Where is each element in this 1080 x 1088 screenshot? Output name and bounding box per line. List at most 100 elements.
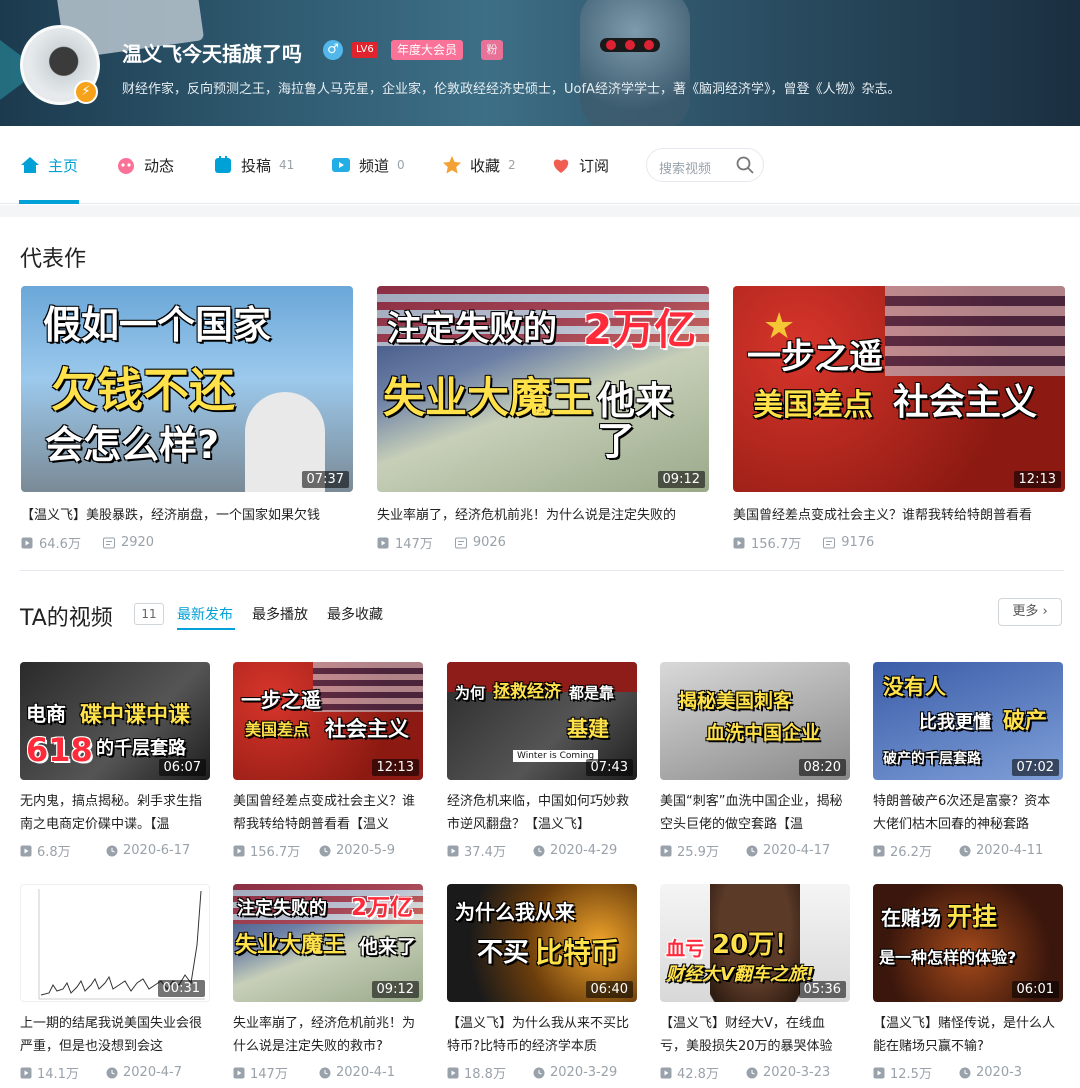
danmaku-icon — [454, 537, 467, 548]
video-thumbnail[interactable]: 电商 碟中谍中谍 618 的千层套路 06:07 — [20, 662, 210, 780]
video-thumbnail[interactable]: 一步之遥 美国差点 社会主义 12:13 — [233, 662, 423, 780]
thumbnail-caption: 揭秘美国刺客 — [678, 690, 793, 712]
thumbnail-caption: 他来了 — [359, 936, 417, 958]
search-icon[interactable] — [735, 155, 755, 175]
video-title[interactable]: 【温义飞】美股暴跌，经济崩盘，一个国家如果欠钱 — [21, 504, 353, 523]
video-thumbnail[interactable]: 注定失败的 2万亿 失业大魔王 他来了 09:12 — [377, 286, 709, 492]
video-title[interactable]: 经济危机来临，中国如何巧妙救市逆风翻盘？【温义飞】 — [447, 790, 637, 836]
view-count: 156.7万 — [751, 537, 802, 552]
video-card[interactable]: 为何 拯救经济 都是靠 基建 Winter is Coming 07:43 经济… — [447, 662, 637, 860]
active-tab-indicator — [177, 628, 235, 630]
video-thumbnail[interactable]: 为何 拯救经济 都是靠 基建 Winter is Coming 07:43 — [447, 662, 637, 780]
nav-home[interactable]: 主页 — [20, 154, 78, 176]
nav-uploads-count: 41 — [279, 158, 295, 172]
video-card[interactable]: 在赌场 开挂 是一种怎样的体验? 06:01 【温义飞】赌怪传说，是什么人能在赌… — [873, 884, 1063, 1082]
video-thumbnail[interactable]: 00:31 — [20, 884, 210, 1002]
video-thumbnail[interactable]: 揭秘美国刺客 血洗中国企业 08:20 — [660, 662, 850, 780]
video-duration: 07:43 — [585, 759, 633, 776]
video-thumbnail[interactable]: 在赌场 开挂 是一种怎样的体验? 06:01 — [873, 884, 1063, 1002]
thumbnail-caption: 血洗中国企业 — [706, 722, 821, 744]
nav-favorites[interactable]: 收藏 2 — [442, 154, 516, 176]
video-title[interactable]: 美国曾经差点变成社会主义？谁帮我转给特朗普看看【温义 — [233, 790, 423, 836]
video-search-input[interactable]: 搜索视频 — [646, 148, 764, 182]
play-count-icon — [233, 1067, 245, 1078]
view-count: 14.1万 — [37, 1067, 79, 1082]
thumbnail-caption: 不买 — [477, 938, 530, 968]
video-thumbnail[interactable]: 为什么我从来 不买 比特币 06:40 — [447, 884, 637, 1002]
video-title[interactable]: 【温义飞】赌怪传说，是什么人能在赌场只赢不输? — [873, 1012, 1063, 1058]
video-card[interactable]: 揭秘美国刺客 血洗中国企业 08:20 美国“刺客”血洗中国企业，揭秘空头巨佬的… — [660, 662, 850, 860]
representative-video-card[interactable]: 假如一个国家 欠钱不还 会怎么样? 07:37 【温义飞】美股暴跌，经济崩盘，一… — [21, 286, 353, 552]
video-title[interactable]: 【温义飞】财经大V，在线血亏，美股损失20万的暴哭体验 — [660, 1012, 850, 1058]
video-card[interactable]: 00:31 上一期的结尾我说美国失业会很严重，但是也没想到会这 14.1万 202… — [20, 884, 210, 1082]
nav-uploads[interactable]: 投稿 41 — [213, 154, 294, 176]
tab-latest[interactable]: 最新发布 — [177, 604, 233, 624]
thumbnail-caption: 为什么我从来 — [455, 900, 575, 924]
header-robot-eyes — [600, 38, 660, 52]
thumbnail-caption: 2万亿 — [351, 895, 414, 921]
header-robot-art — [580, 0, 690, 126]
clock-icon — [106, 1067, 118, 1078]
video-title[interactable]: 失业率崩了，经济危机前兆！为什么说是注定失败的救市? — [233, 1012, 423, 1058]
video-card[interactable]: 一步之遥 美国差点 社会主义 12:13 美国曾经差点变成社会主义？谁帮我转给特… — [233, 662, 423, 860]
video-title[interactable]: 【温义飞】为什么我从来不买比特币?比特币的经济学本质 — [447, 1012, 637, 1058]
more-label: 更多 — [1012, 604, 1039, 619]
nav-dynamic[interactable]: 动态 — [116, 154, 174, 176]
danmaku-count: 9176 — [841, 535, 875, 550]
video-thumbnail[interactable]: 假如一个国家 欠钱不还 会怎么样? 07:37 — [21, 286, 353, 492]
play-count-icon — [20, 1067, 32, 1078]
tab-most-played[interactable]: 最多播放 — [252, 604, 308, 624]
tab-most-favorited[interactable]: 最多收藏 — [327, 604, 383, 624]
video-card[interactable]: 血亏 20万！ 财经大V翻车之旅! 05:36 【温义飞】财经大V，在线血亏，美… — [660, 884, 850, 1082]
thumbnail-caption: 假如一个国家 — [43, 303, 272, 347]
video-card[interactable]: 为什么我从来 不买 比特币 06:40 【温义飞】为什么我从来不买比特币?比特币… — [447, 884, 637, 1082]
video-title[interactable]: 特朗普破产6次还是富豪？资本大佬们枯木回春的神秘套路 — [873, 790, 1063, 836]
video-card[interactable]: 没有人 比我更懂 破产 破产的千层套路 07:02 特朗普破产6次还是富豪？资本… — [873, 662, 1063, 860]
video-thumbnail[interactable]: 血亏 20万！ 财经大V翻车之旅! 05:36 — [660, 884, 850, 1002]
nav-dynamic-label: 动态 — [144, 156, 175, 175]
video-card[interactable]: 电商 碟中谍中谍 618 的千层套路 06:07 无内鬼，搞点揭秘。剁手求生指南… — [20, 662, 210, 860]
thumbnail-caption: 开挂 — [947, 902, 998, 931]
play-count-icon — [447, 845, 459, 856]
video-duration: 06:40 — [585, 981, 633, 998]
representative-video-card[interactable]: 注定失败的 2万亿 失业大魔王 他来了 09:12 失业率崩了，经济危机前兆！为… — [377, 286, 709, 552]
nav-subscriptions[interactable]: 订阅 — [551, 154, 609, 176]
video-duration: 12:13 — [371, 759, 419, 776]
representative-video-card[interactable]: ★ 一步之遥 美国差点 社会主义 12:13 美国曾经差点变成社会主义？谁帮我转… — [733, 286, 1065, 552]
thumbnail-caption: 社会主义 — [325, 717, 409, 741]
video-thumbnail[interactable]: ★ 一步之遥 美国差点 社会主义 12:13 — [733, 286, 1065, 492]
play-count-icon — [660, 1067, 672, 1078]
view-count: 25.9万 — [677, 845, 719, 860]
video-card[interactable]: 注定失败的 2万亿 失业大魔王 他来了 09:12 失业率崩了，经济危机前兆！为… — [233, 884, 423, 1082]
video-title[interactable]: 上一期的结尾我说美国失业会很严重，但是也没想到会这 — [20, 1012, 210, 1058]
clock-icon — [746, 1067, 758, 1078]
play-count-icon — [377, 537, 389, 548]
fan-medal-badge[interactable]: 粉 — [481, 40, 503, 60]
thumbnail-caption: 没有人 — [883, 675, 946, 699]
view-count: 64.6万 — [39, 537, 81, 552]
clock-icon — [319, 1067, 331, 1078]
chevron-right-icon: › — [1042, 604, 1048, 619]
nav-channels-count: 0 — [397, 158, 405, 172]
video-thumbnail[interactable]: 没有人 比我更懂 破产 破产的千层套路 07:02 — [873, 662, 1063, 780]
clock-icon — [746, 845, 758, 856]
nav-channels[interactable]: 频道 0 — [331, 154, 405, 176]
video-title[interactable]: 美国“刺客”血洗中国企业，揭秘空头巨佬的做空套路【温 — [660, 790, 850, 836]
level-badge[interactable]: LV6 — [352, 42, 378, 58]
more-button[interactable]: 更多 › — [998, 598, 1062, 626]
username: 温义飞今天插旗了吗 — [122, 42, 302, 66]
vip-badge[interactable]: 年度大会员 — [391, 40, 464, 60]
thumbnail-caption: 比特币 — [535, 936, 620, 969]
video-title[interactable]: 无内鬼，搞点揭秘。剁手求生指南之电商定价碟中谍。【温 — [20, 790, 210, 836]
thumbnail-caption: 碟中谍中谍 — [80, 703, 191, 728]
video-duration: 00:31 — [157, 980, 205, 997]
view-count: 156.7万 — [250, 845, 301, 860]
video-title[interactable]: 失业率崩了，经济危机前兆！为什么说是注定失败的 — [377, 504, 709, 523]
profile-signature: 财经作家，反向预测之王，海拉鲁人马克星，企业家，伦敦政经经济史硕士，UofA经济… — [122, 82, 901, 97]
video-thumbnail[interactable]: 注定失败的 2万亿 失业大魔王 他来了 09:12 — [233, 884, 423, 1002]
upload-date: 2020-3-29 — [550, 1065, 618, 1080]
thumbnail-caption: 一步之遥 — [747, 337, 883, 377]
thumbnail-caption: 在赌场 — [881, 906, 941, 930]
video-title[interactable]: 美国曾经差点变成社会主义？谁帮我转给特朗普看看 — [733, 504, 1065, 523]
play-count-icon — [873, 1067, 885, 1078]
